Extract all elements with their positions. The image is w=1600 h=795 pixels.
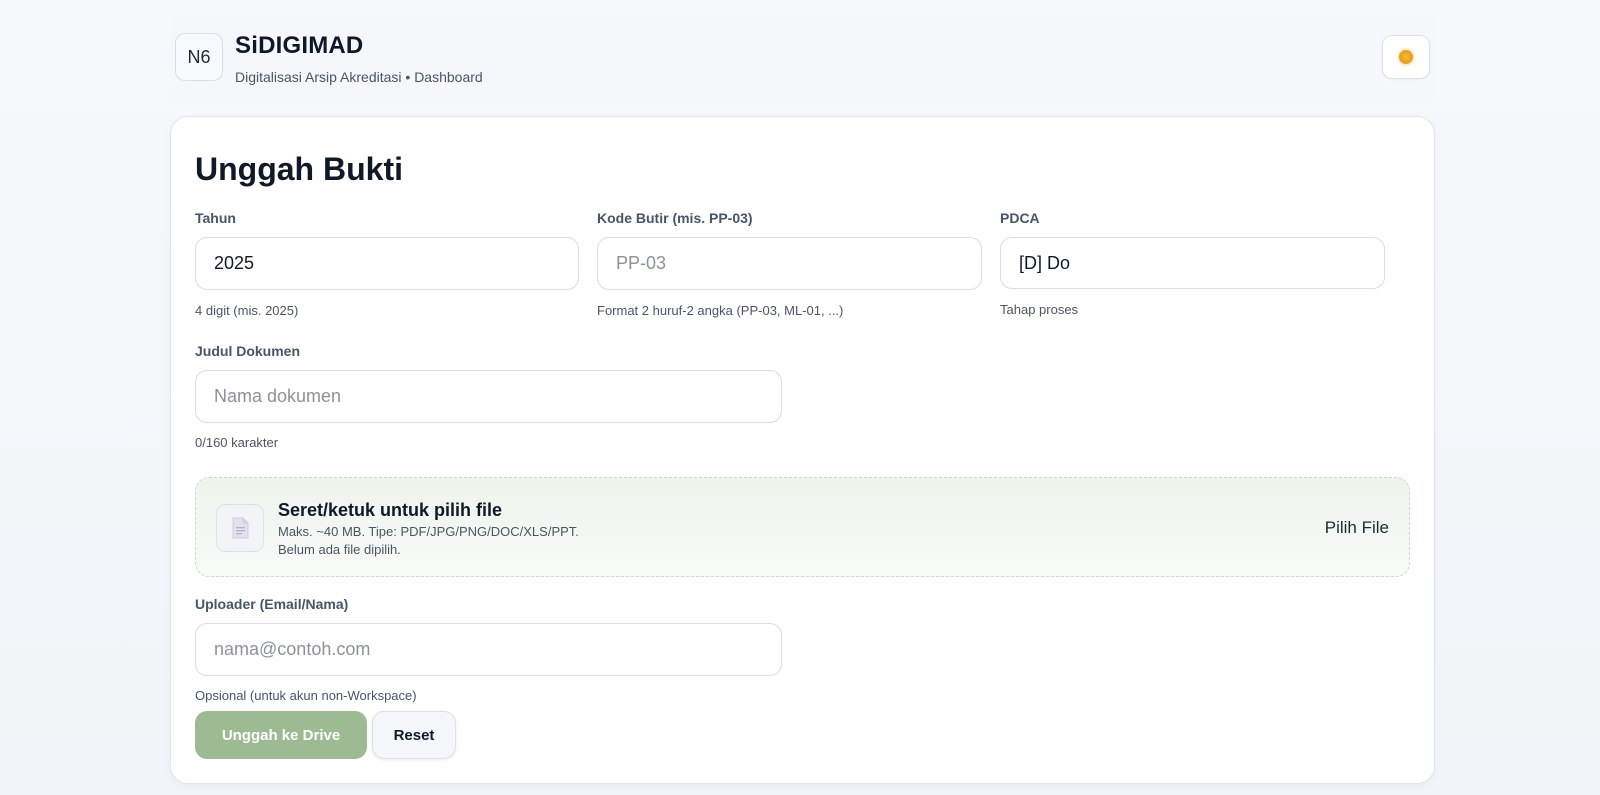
- app-subtitle: Digitalisasi Arsip Akreditasi • Dashboar…: [235, 69, 483, 85]
- upload-form-card: Unggah Bukti Tahun 2025 4 digit (mis. 20…: [170, 116, 1435, 784]
- sun-icon: [1399, 50, 1413, 64]
- uploader-input[interactable]: nama@contoh.com: [195, 623, 782, 676]
- theme-toggle-button[interactable]: [1382, 35, 1430, 79]
- tahun-label: Tahun: [195, 210, 236, 226]
- dropzone-file-limits: Maks. ~40 MB. Tipe: PDF/JPG/PNG/DOC/XLS/…: [278, 524, 579, 539]
- uploader-placeholder: nama@contoh.com: [214, 639, 371, 659]
- tahun-input[interactable]: 2025: [195, 237, 579, 290]
- judul-placeholder: Nama dokumen: [214, 386, 342, 406]
- tahun-value: 2025: [214, 253, 255, 273]
- app-title: SiDIGIMAD: [235, 32, 364, 59]
- kode-butir-placeholder: PP-03: [616, 253, 667, 273]
- app-header: N6 SiDIGIMAD Digitalisasi Arsip Akredita…: [170, 14, 1435, 104]
- upload-to-drive-button[interactable]: Unggah ke Drive: [195, 711, 367, 759]
- reset-button[interactable]: Reset: [372, 711, 456, 759]
- dropzone-status: Belum ada file dipilih.: [278, 542, 401, 557]
- kode-butir-input[interactable]: PP-03: [597, 237, 982, 290]
- pdca-select[interactable]: [D] Do: [1000, 237, 1385, 289]
- kode-butir-hint: Format 2 huruf-2 angka (PP-03, ML-01, ..…: [597, 303, 844, 318]
- uploader-label: Uploader (Email/Nama): [195, 596, 349, 612]
- pdca-selected-value: [D] Do: [1019, 252, 1071, 273]
- app-logo: N6: [175, 33, 223, 81]
- document-icon: [216, 504, 264, 552]
- judul-input[interactable]: Nama dokumen: [195, 370, 782, 423]
- kode-butir-label: Kode Butir (mis. PP-03): [597, 210, 753, 226]
- dropzone-title: Seret/ketuk untuk pilih file: [278, 500, 503, 520]
- pdca-hint: Tahap proses: [1000, 302, 1079, 317]
- judul-char-counter: 0/160 karakter: [195, 435, 279, 450]
- tahun-hint: 4 digit (mis. 2025): [195, 303, 299, 318]
- pdca-label: PDCA: [1000, 210, 1040, 226]
- file-dropzone[interactable]: Seret/ketuk untuk pilih file Maks. ~40 M…: [195, 477, 1410, 577]
- pick-file-button[interactable]: Pilih File: [1325, 518, 1389, 538]
- judul-label: Judul Dokumen: [195, 343, 301, 359]
- page-title: Unggah Bukti: [195, 151, 403, 187]
- uploader-hint: Opsional (untuk akun non-Workspace): [195, 688, 417, 703]
